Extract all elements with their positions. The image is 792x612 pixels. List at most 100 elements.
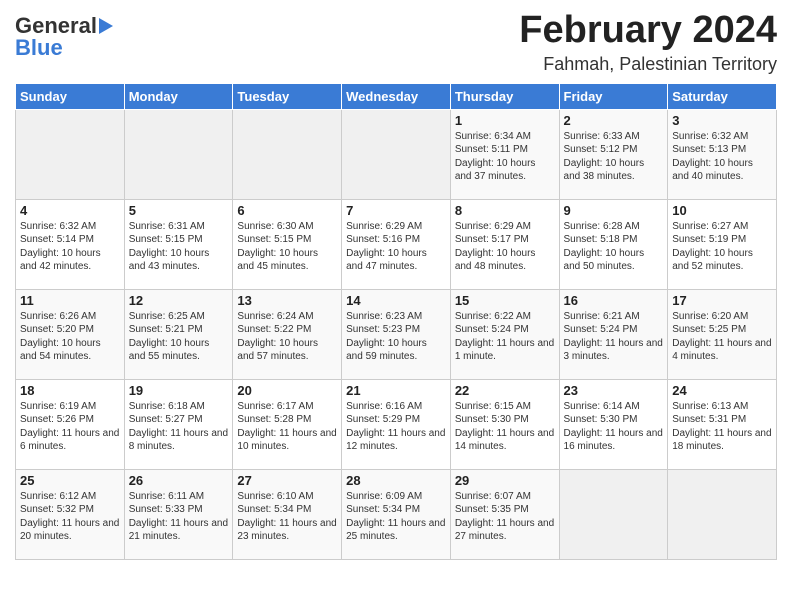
day-number: 8 — [455, 203, 555, 218]
cell-content: Sunrise: 6:13 AM Sunset: 5:31 PM Dayligh… — [672, 400, 772, 454]
logo: General Blue — [15, 15, 113, 59]
calendar-cell: 28 Sunrise: 6:09 AM Sunset: 5:34 PM Dayli… — [342, 469, 451, 559]
calendar-cell: 9 Sunrise: 6:28 AM Sunset: 5:18 PM Daylig… — [559, 199, 668, 289]
cell-content: Sunrise: 6:31 AM Sunset: 5:15 PM Dayligh… — [129, 220, 229, 274]
cell-content: Sunrise: 6:16 AM Sunset: 5:29 PM Dayligh… — [346, 400, 446, 454]
cell-content: Sunrise: 6:33 AM Sunset: 5:12 PM Dayligh… — [564, 130, 664, 184]
cell-content: Sunrise: 6:24 AM Sunset: 5:22 PM Dayligh… — [237, 310, 337, 364]
cell-content: Sunrise: 6:28 AM Sunset: 5:18 PM Dayligh… — [564, 220, 664, 274]
cell-content: Sunrise: 6:19 AM Sunset: 5:26 PM Dayligh… — [20, 400, 120, 454]
day-number: 12 — [129, 293, 229, 308]
calendar-cell: 21 Sunrise: 6:16 AM Sunset: 5:29 PM Dayli… — [342, 379, 451, 469]
day-header-wednesday: Wednesday — [342, 83, 451, 109]
cell-content: Sunrise: 6:26 AM Sunset: 5:20 PM Dayligh… — [20, 310, 120, 364]
calendar-body: 1Sunrise: 6:34 AM Sunset: 5:11 PM Daylig… — [16, 109, 777, 559]
cell-content: Sunrise: 6:22 AM Sunset: 5:24 PM Dayligh… — [455, 310, 555, 364]
calendar-cell: 24 Sunrise: 6:13 AM Sunset: 5:31 PM Dayli… — [668, 379, 777, 469]
cell-content: Sunrise: 6:07 AM Sunset: 5:35 PM Dayligh… — [455, 490, 555, 544]
day-number: 23 — [564, 383, 664, 398]
calendar-cell: 7 Sunrise: 6:29 AM Sunset: 5:16 PM Daylig… — [342, 199, 451, 289]
day-number: 2 — [564, 113, 664, 128]
calendar-cell: 5 Sunrise: 6:31 AM Sunset: 5:15 PM Daylig… — [124, 199, 233, 289]
calendar-cell: 20 Sunrise: 6:17 AM Sunset: 5:28 PM Dayli… — [233, 379, 342, 469]
location-title: Fahmah, Palestinian Territory — [519, 54, 777, 75]
calendar-cell: 22 Sunrise: 6:15 AM Sunset: 5:30 PM Dayli… — [450, 379, 559, 469]
day-number: 28 — [346, 473, 446, 488]
calendar-cell: 10Sunrise: 6:27 AM Sunset: 5:19 PM Dayli… — [668, 199, 777, 289]
day-number: 9 — [564, 203, 664, 218]
day-header-sunday: Sunday — [16, 83, 125, 109]
calendar-cell: 1Sunrise: 6:34 AM Sunset: 5:11 PM Daylig… — [450, 109, 559, 199]
day-number: 1 — [455, 113, 555, 128]
calendar-cell: 15Sunrise: 6:22 AM Sunset: 5:24 PM Dayli… — [450, 289, 559, 379]
calendar-cell: 8 Sunrise: 6:29 AM Sunset: 5:17 PM Daylig… — [450, 199, 559, 289]
calendar-week-row: 4Sunrise: 6:32 AM Sunset: 5:14 PM Daylig… — [16, 199, 777, 289]
day-number: 7 — [346, 203, 446, 218]
calendar-cell: 25 Sunrise: 6:12 AM Sunset: 5:32 PM Dayli… — [16, 469, 125, 559]
day-number: 16 — [564, 293, 664, 308]
day-number: 26 — [129, 473, 229, 488]
title-block: February 2024 Fahmah, Palestinian Territ… — [519, 10, 777, 75]
logo-general-text: General — [15, 15, 97, 37]
day-number: 14 — [346, 293, 446, 308]
calendar-cell: 14 Sunrise: 6:23 AM Sunset: 5:23 PM Dayli… — [342, 289, 451, 379]
cell-content: Sunrise: 6:09 AM Sunset: 5:34 PM Dayligh… — [346, 490, 446, 544]
calendar-cell: 29Sunrise: 6:07 AM Sunset: 5:35 PM Dayli… — [450, 469, 559, 559]
cell-content: Sunrise: 6:15 AM Sunset: 5:30 PM Dayligh… — [455, 400, 555, 454]
calendar-cell: 6 Sunrise: 6:30 AM Sunset: 5:15 PM Daylig… — [233, 199, 342, 289]
day-number: 27 — [237, 473, 337, 488]
calendar-cell: 26 Sunrise: 6:11 AM Sunset: 5:33 PM Dayli… — [124, 469, 233, 559]
cell-content: Sunrise: 6:17 AM Sunset: 5:28 PM Dayligh… — [237, 400, 337, 454]
day-number: 6 — [237, 203, 337, 218]
cell-content: Sunrise: 6:21 AM Sunset: 5:24 PM Dayligh… — [564, 310, 664, 364]
calendar-cell: 13 Sunrise: 6:24 AM Sunset: 5:22 PM Dayli… — [233, 289, 342, 379]
cell-content: Sunrise: 6:30 AM Sunset: 5:15 PM Dayligh… — [237, 220, 337, 274]
cell-content: Sunrise: 6:12 AM Sunset: 5:32 PM Dayligh… — [20, 490, 120, 544]
cell-content: Sunrise: 6:32 AM Sunset: 5:13 PM Dayligh… — [672, 130, 772, 184]
calendar-cell — [124, 109, 233, 199]
cell-content: Sunrise: 6:29 AM Sunset: 5:17 PM Dayligh… — [455, 220, 555, 274]
day-number: 22 — [455, 383, 555, 398]
calendar-week-row: 18 Sunrise: 6:19 AM Sunset: 5:26 PM Dayli… — [16, 379, 777, 469]
day-number: 20 — [237, 383, 337, 398]
calendar-week-row: 11 Sunrise: 6:26 AM Sunset: 5:20 PM Dayli… — [16, 289, 777, 379]
page-header: General Blue February 2024 Fahmah, Pales… — [15, 10, 777, 75]
day-number: 21 — [346, 383, 446, 398]
calendar-cell — [233, 109, 342, 199]
calendar-cell: 16 Sunrise: 6:21 AM Sunset: 5:24 PM Dayli… — [559, 289, 668, 379]
calendar-cell — [342, 109, 451, 199]
cell-content: Sunrise: 6:20 AM Sunset: 5:25 PM Dayligh… — [672, 310, 772, 364]
day-number: 3 — [672, 113, 772, 128]
day-number: 19 — [129, 383, 229, 398]
day-number: 18 — [20, 383, 120, 398]
calendar-cell — [668, 469, 777, 559]
calendar-cell — [559, 469, 668, 559]
cell-content: Sunrise: 6:11 AM Sunset: 5:33 PM Dayligh… — [129, 490, 229, 544]
day-header-friday: Friday — [559, 83, 668, 109]
cell-content: Sunrise: 6:10 AM Sunset: 5:34 PM Dayligh… — [237, 490, 337, 544]
day-number: 17 — [672, 293, 772, 308]
calendar-week-row: 25 Sunrise: 6:12 AM Sunset: 5:32 PM Dayli… — [16, 469, 777, 559]
calendar-cell: 17 Sunrise: 6:20 AM Sunset: 5:25 PM Dayli… — [668, 289, 777, 379]
calendar-cell: 27 Sunrise: 6:10 AM Sunset: 5:34 PM Dayli… — [233, 469, 342, 559]
day-number: 5 — [129, 203, 229, 218]
day-number: 25 — [20, 473, 120, 488]
calendar-cell: 18 Sunrise: 6:19 AM Sunset: 5:26 PM Dayli… — [16, 379, 125, 469]
day-number: 13 — [237, 293, 337, 308]
day-header-tuesday: Tuesday — [233, 83, 342, 109]
calendar-cell: 19 Sunrise: 6:18 AM Sunset: 5:27 PM Dayli… — [124, 379, 233, 469]
month-title: February 2024 — [519, 10, 777, 52]
logo-arrow-icon — [99, 18, 113, 34]
cell-content: Sunrise: 6:18 AM Sunset: 5:27 PM Dayligh… — [129, 400, 229, 454]
day-number: 24 — [672, 383, 772, 398]
calendar-cell: 12Sunrise: 6:25 AM Sunset: 5:21 PM Dayli… — [124, 289, 233, 379]
day-header-saturday: Saturday — [668, 83, 777, 109]
day-number: 4 — [20, 203, 120, 218]
logo-blue-text: Blue — [15, 37, 63, 59]
cell-content: Sunrise: 6:29 AM Sunset: 5:16 PM Dayligh… — [346, 220, 446, 274]
day-number: 10 — [672, 203, 772, 218]
cell-content: Sunrise: 6:23 AM Sunset: 5:23 PM Dayligh… — [346, 310, 446, 364]
calendar-header-row: SundayMondayTuesdayWednesdayThursdayFrid… — [16, 83, 777, 109]
day-number: 11 — [20, 293, 120, 308]
calendar-table: SundayMondayTuesdayWednesdayThursdayFrid… — [15, 83, 777, 560]
